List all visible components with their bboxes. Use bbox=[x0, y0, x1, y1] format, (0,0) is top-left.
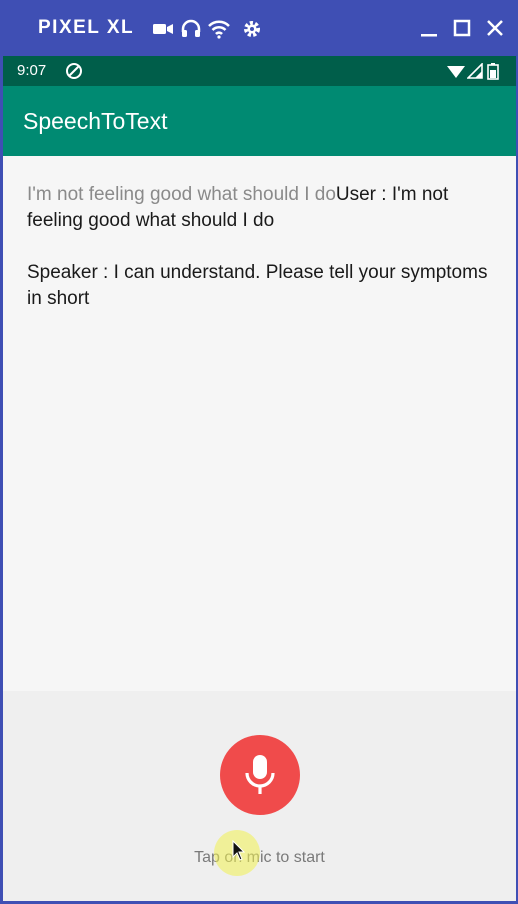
sync-disabled-icon bbox=[65, 62, 83, 85]
wifi-icon[interactable] bbox=[207, 18, 230, 40]
voice-input-panel: Tap on mic to start bbox=[3, 691, 516, 901]
battery-icon bbox=[487, 62, 499, 85]
device-screen: 9:07 SpeechToText I'm not feeling good w… bbox=[3, 56, 516, 901]
app-title: SpeechToText bbox=[23, 108, 168, 134]
close-icon[interactable] bbox=[484, 17, 506, 39]
conversation-area: I'm not feeling good what should I doUse… bbox=[3, 156, 516, 691]
app-bar: SpeechToText bbox=[3, 86, 516, 156]
status-time: 9:07 bbox=[17, 62, 47, 79]
emulator-titlebar: PIXEL XL bbox=[0, 0, 518, 56]
maximize-icon[interactable] bbox=[451, 17, 473, 39]
transcript-line: I'm not feeling good what should I doUse… bbox=[27, 182, 497, 234]
partial-transcript: I'm not feeling good what should I do bbox=[27, 184, 336, 205]
emulator-window: PIXEL XL 9:07 SpeechToText I'm not feeli… bbox=[0, 0, 518, 904]
signal-icon bbox=[466, 62, 483, 84]
mouse-cursor-icon bbox=[232, 839, 246, 867]
speaker-message: Speaker : I can understand. Please tell … bbox=[27, 262, 488, 309]
minimize-icon[interactable] bbox=[418, 17, 440, 39]
gear-icon[interactable] bbox=[241, 18, 263, 40]
mic-button[interactable] bbox=[220, 735, 300, 815]
status-bar: 9:07 bbox=[3, 56, 516, 86]
video-camera-icon[interactable] bbox=[152, 18, 174, 40]
device-name: PIXEL XL bbox=[38, 17, 135, 38]
wifi-icon bbox=[447, 63, 465, 84]
microphone-icon bbox=[245, 755, 275, 794]
headphones-icon[interactable] bbox=[180, 18, 202, 40]
